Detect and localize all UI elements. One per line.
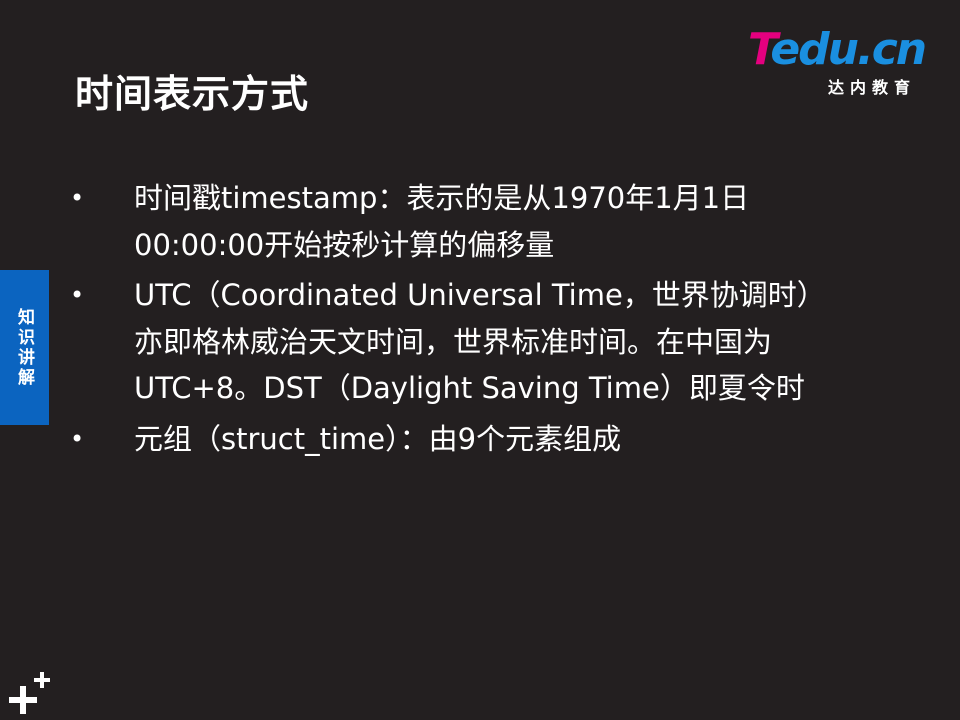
logo-brand: Tedu.cn	[748, 28, 927, 72]
tedu-logo: Tedu.cn 达内教育	[748, 28, 928, 98]
bullet-text: 时间戳timestamp：表示的是从1970年1月1日 00:00:00开始按秒…	[134, 181, 750, 262]
bullet-text: UTC（Coordinated Universal Time，世界协调时） 亦即…	[134, 278, 826, 405]
bullet-marker: •	[70, 184, 85, 212]
logo-subtitle: 达内教育	[828, 78, 917, 97]
bullet-text: 元组（struct_time）：由9个元素组成	[134, 421, 622, 456]
logo-brand-rest: edu.cn	[770, 24, 927, 75]
side-tab-label: 知识讲解	[14, 307, 34, 388]
slide-title: 时间表示方式	[75, 72, 310, 116]
bullet-item: • UTC（Coordinated Universal Time，世界协调时） …	[70, 272, 910, 412]
plus-plus-icon	[9, 672, 50, 714]
bullet-item: • 时间戳timestamp：表示的是从1970年1月1日 00:00:00开始…	[70, 175, 910, 268]
side-tab: 知识讲解	[0, 270, 49, 425]
bullet-marker: •	[70, 424, 85, 453]
logo-brand-first: T	[748, 24, 772, 75]
bullet-item: • 元组（struct_time）：由9个元素组成	[70, 416, 910, 463]
bullet-marker: •	[70, 281, 85, 309]
bullet-list: • 时间戳timestamp：表示的是从1970年1月1日 00:00:00开始…	[70, 175, 910, 466]
